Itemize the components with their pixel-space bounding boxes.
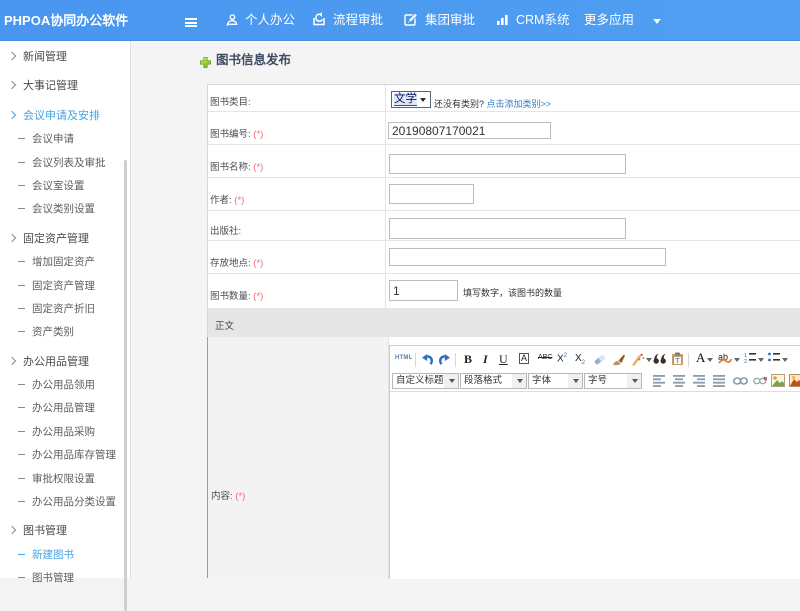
svg-text:2: 2 bbox=[744, 359, 747, 365]
svg-text:T: T bbox=[675, 358, 680, 365]
